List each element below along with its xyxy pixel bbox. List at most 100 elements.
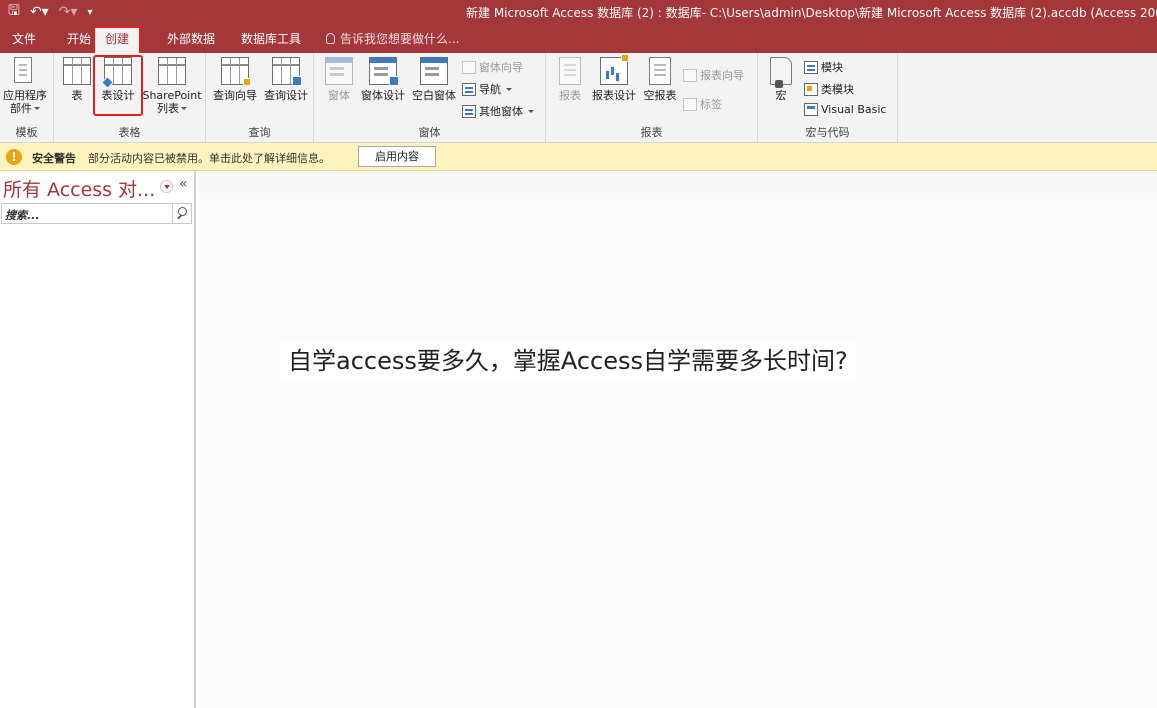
group-label-forms: 窗体 bbox=[418, 126, 441, 139]
tab-home[interactable]: 开始 bbox=[63, 26, 95, 53]
group-queries: 查询向导 查询设计 查询 bbox=[206, 53, 314, 143]
report-design-icon bbox=[600, 54, 629, 85]
query-wizard-button[interactable]: 查询向导 bbox=[210, 57, 260, 102]
redo-icon[interactable]: ↷▾ bbox=[59, 4, 78, 20]
query-design-label: 查询设计 bbox=[264, 89, 308, 102]
navigation-button[interactable]: 导航 bbox=[462, 81, 512, 97]
group-label-tables: 表格 bbox=[118, 126, 141, 139]
form-wizard-label: 窗体向导 bbox=[479, 61, 523, 74]
ribbon-tabs: 文件 开始 创建 外部数据 数据库工具 告诉我您想要做什么... bbox=[0, 24, 1157, 53]
navigation-icon bbox=[462, 82, 476, 96]
form-button[interactable]: 窗体 bbox=[322, 57, 356, 102]
form-design-label: 窗体设计 bbox=[361, 89, 405, 102]
more-forms-icon bbox=[462, 104, 476, 118]
customize-icon[interactable]: ▾ bbox=[87, 7, 92, 18]
visual-basic-label: Visual Basic bbox=[821, 103, 887, 116]
group-forms: 窗体 窗体设计 空白窗体 窗体向导 导航 其他窗体 窗体 bbox=[314, 53, 546, 143]
query-design-button[interactable]: 查询设计 bbox=[261, 57, 311, 102]
form-label: 窗体 bbox=[328, 89, 350, 102]
form-wizard-button[interactable]: 窗体向导 bbox=[462, 59, 523, 75]
search-icon[interactable] bbox=[172, 204, 191, 223]
group-reports: 报表 报表设计 空报表 报表向导 标签 报表 bbox=[546, 53, 758, 143]
chevron-down-icon bbox=[34, 107, 40, 110]
sharepoint-lists-button[interactable]: SharePoint 列表 bbox=[140, 57, 204, 115]
title-bar: 🖫 ↶▾ ↷▾ ▾ 新建 Microsoft Access 数据库 (2) : … bbox=[0, 0, 1157, 24]
enable-content-button[interactable]: 启用内容 bbox=[358, 146, 436, 167]
sharepoint-label-2: 列表 bbox=[157, 102, 179, 115]
app-parts-label-1: 应用程序 bbox=[3, 89, 47, 102]
search-placeholder: 搜索... bbox=[5, 209, 40, 222]
navigation-label: 导航 bbox=[479, 83, 501, 96]
tab-database-tools[interactable]: 数据库工具 bbox=[237, 26, 305, 53]
module-button[interactable]: 模块 bbox=[804, 59, 843, 75]
report-label: 报表 bbox=[559, 89, 581, 102]
macro-label: 宏 bbox=[775, 89, 787, 102]
report-design-button[interactable]: 报表设计 bbox=[589, 54, 639, 102]
class-module-label: 类模块 bbox=[821, 83, 854, 96]
chevron-down-icon[interactable] bbox=[160, 180, 173, 193]
labels-label: 标签 bbox=[700, 98, 722, 111]
report-icon bbox=[559, 57, 581, 85]
form-wizard-icon bbox=[462, 60, 476, 74]
group-label-templates: 模板 bbox=[15, 126, 38, 139]
security-warning-message[interactable]: 部分活动内容已被禁用。单击此处了解详细信息。 bbox=[88, 150, 330, 166]
macro-button[interactable]: 宏 bbox=[764, 57, 798, 102]
blank-form-label: 空白窗体 bbox=[412, 89, 456, 102]
more-forms-button[interactable]: 其他窗体 bbox=[462, 103, 534, 119]
class-module-button[interactable]: 类模块 bbox=[804, 81, 854, 97]
table-button[interactable]: 表 bbox=[60, 57, 94, 102]
chevron-down-icon bbox=[528, 109, 534, 113]
collapse-pane-icon[interactable]: « bbox=[179, 176, 188, 192]
navigation-pane-title[interactable]: 所有 Access 对... bbox=[3, 175, 155, 202]
overlay-caption: 自学access要多久，掌握Access自学需要多长时间? bbox=[280, 342, 856, 380]
macro-icon bbox=[770, 57, 792, 88]
report-wizard-button[interactable]: 报表向导 bbox=[683, 67, 744, 83]
window-title: 新建 Microsoft Access 数据库 (2) : 数据库- C:\Us… bbox=[466, 6, 1157, 20]
labels-button[interactable]: 标签 bbox=[683, 96, 722, 112]
class-module-icon bbox=[804, 82, 818, 96]
tab-create[interactable]: 创建 bbox=[93, 26, 142, 53]
table-label: 表 bbox=[71, 89, 83, 102]
security-warning-bar: ! 安全警告 部分活动内容已被禁用。单击此处了解详细信息。 启用内容 bbox=[0, 143, 1157, 171]
table-design-highlight bbox=[93, 55, 143, 116]
warning-icon: ! bbox=[6, 149, 22, 165]
blank-report-button[interactable]: 空报表 bbox=[641, 57, 679, 102]
blank-form-button[interactable]: 空白窗体 bbox=[409, 57, 459, 102]
group-templates: 应用程序 部件 模板 bbox=[0, 53, 54, 143]
navigation-pane: 所有 Access 对... « 搜索... bbox=[0, 171, 196, 708]
chevron-down-icon bbox=[181, 107, 187, 110]
tell-me-placeholder: 告诉我您想要做什么... bbox=[340, 32, 460, 46]
tab-file[interactable]: 文件 bbox=[8, 26, 40, 53]
document-tab-strip bbox=[198, 171, 1157, 193]
undo-icon[interactable]: ↶▾ bbox=[30, 4, 49, 20]
app-parts-button[interactable]: 应用程序 部件 bbox=[0, 57, 50, 115]
sharepoint-list-icon bbox=[158, 57, 186, 85]
group-label-reports: 报表 bbox=[640, 126, 663, 139]
ribbon: 应用程序 部件 模板 表 表设计 SharePoint 列表 表格 查询向导 查 bbox=[0, 53, 1157, 143]
group-macros-code: 宏 模块 类模块 Visual Basic 宏与代码 bbox=[758, 53, 898, 143]
visual-basic-icon bbox=[804, 103, 818, 116]
query-wizard-icon bbox=[221, 57, 251, 86]
blank-report-label: 空报表 bbox=[643, 89, 677, 102]
module-label: 模块 bbox=[821, 61, 843, 74]
form-design-button[interactable]: 窗体设计 bbox=[358, 57, 408, 102]
save-icon[interactable]: 🖫 bbox=[8, 0, 20, 24]
tell-me-box[interactable]: 告诉我您想要做什么... bbox=[326, 26, 459, 53]
report-design-label: 报表设计 bbox=[592, 89, 636, 102]
search-input[interactable]: 搜索... bbox=[1, 203, 192, 224]
module-icon bbox=[804, 60, 818, 74]
form-design-icon bbox=[369, 57, 399, 86]
quick-access-toolbar: 🖫 ↶▾ ↷▾ ▾ bbox=[8, 0, 93, 24]
app-parts-label-2: 部件 bbox=[10, 102, 32, 115]
tab-external-data[interactable]: 外部数据 bbox=[163, 26, 219, 53]
chevron-down-icon bbox=[506, 87, 512, 91]
visual-basic-button[interactable]: Visual Basic bbox=[804, 103, 886, 116]
app-parts-icon bbox=[14, 57, 36, 85]
query-design-icon bbox=[272, 57, 302, 86]
blank-report-icon bbox=[649, 57, 671, 85]
form-icon bbox=[325, 57, 353, 85]
sharepoint-label-1: SharePoint bbox=[142, 89, 202, 102]
report-button[interactable]: 报表 bbox=[554, 57, 586, 102]
report-wizard-label: 报表向导 bbox=[700, 69, 744, 82]
group-tables: 表 表设计 SharePoint 列表 表格 bbox=[54, 53, 206, 143]
